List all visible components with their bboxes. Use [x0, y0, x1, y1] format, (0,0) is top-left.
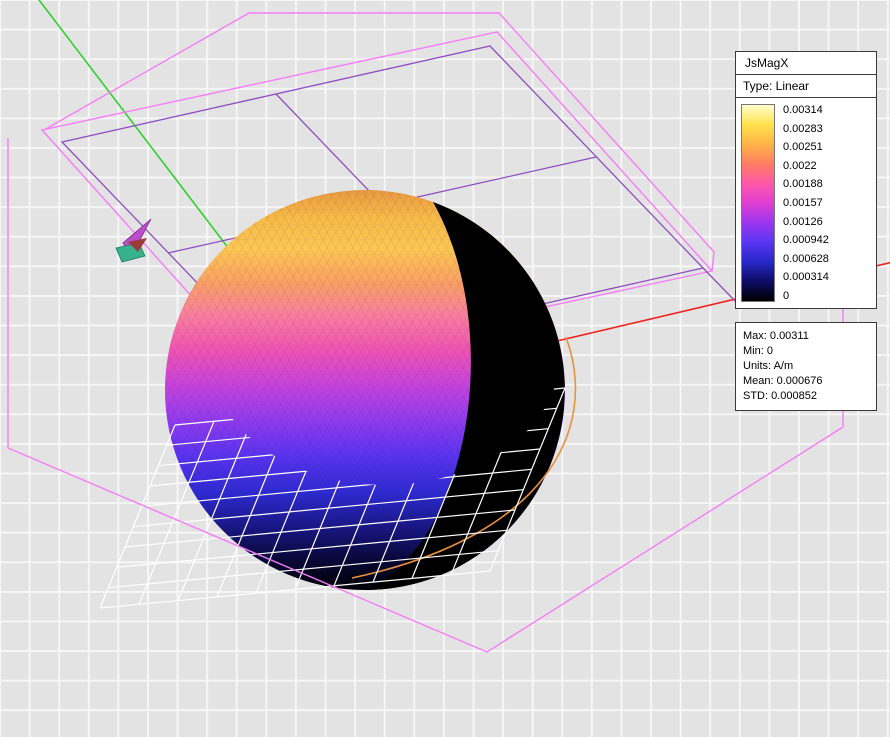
legend-scale[interactable]: 0.00314 0.00283 0.00251 0.0022 0.00188 0… — [735, 97, 877, 309]
purple-sheet-extension — [703, 268, 737, 303]
stat-min: Min: 0 — [743, 344, 876, 359]
scale-value: 0.00157 — [783, 197, 871, 209]
viewport-canvas[interactable]: JsMagX Type: Linear 0.00314 0.00283 0.00… — [0, 0, 890, 737]
scale-value: 0.00251 — [783, 141, 871, 153]
stat-units: Units: A/m — [743, 359, 876, 374]
colorbar — [741, 104, 775, 302]
legend-stats: Max: 0.00311 Min: 0 Units: A/m Mean: 0.0… — [735, 322, 877, 411]
scale-value: 0 — [783, 290, 871, 302]
legend-type: Type: Linear — [735, 74, 877, 98]
port-arrow[interactable] — [116, 219, 151, 262]
scale-value: 0.00188 — [783, 178, 871, 190]
scale-value: 0.00283 — [783, 123, 871, 135]
scale-values: 0.00314 0.00283 0.00251 0.0022 0.00188 0… — [775, 104, 871, 302]
stat-std: STD: 0.000852 — [743, 389, 876, 404]
legend-title: JsMagX — [735, 51, 877, 75]
scale-value: 0.000314 — [783, 271, 871, 283]
stat-max: Max: 0.00311 — [743, 329, 876, 344]
scale-value: 0.00126 — [783, 216, 871, 228]
scale-value: 0.0022 — [783, 160, 871, 172]
color-legend[interactable]: JsMagX Type: Linear 0.00314 0.00283 0.00… — [735, 51, 877, 411]
scale-value: 0.00314 — [783, 104, 871, 116]
stat-mean: Mean: 0.000676 — [743, 374, 876, 389]
scale-value: 0.000942 — [783, 234, 871, 246]
scale-value: 0.000628 — [783, 253, 871, 265]
